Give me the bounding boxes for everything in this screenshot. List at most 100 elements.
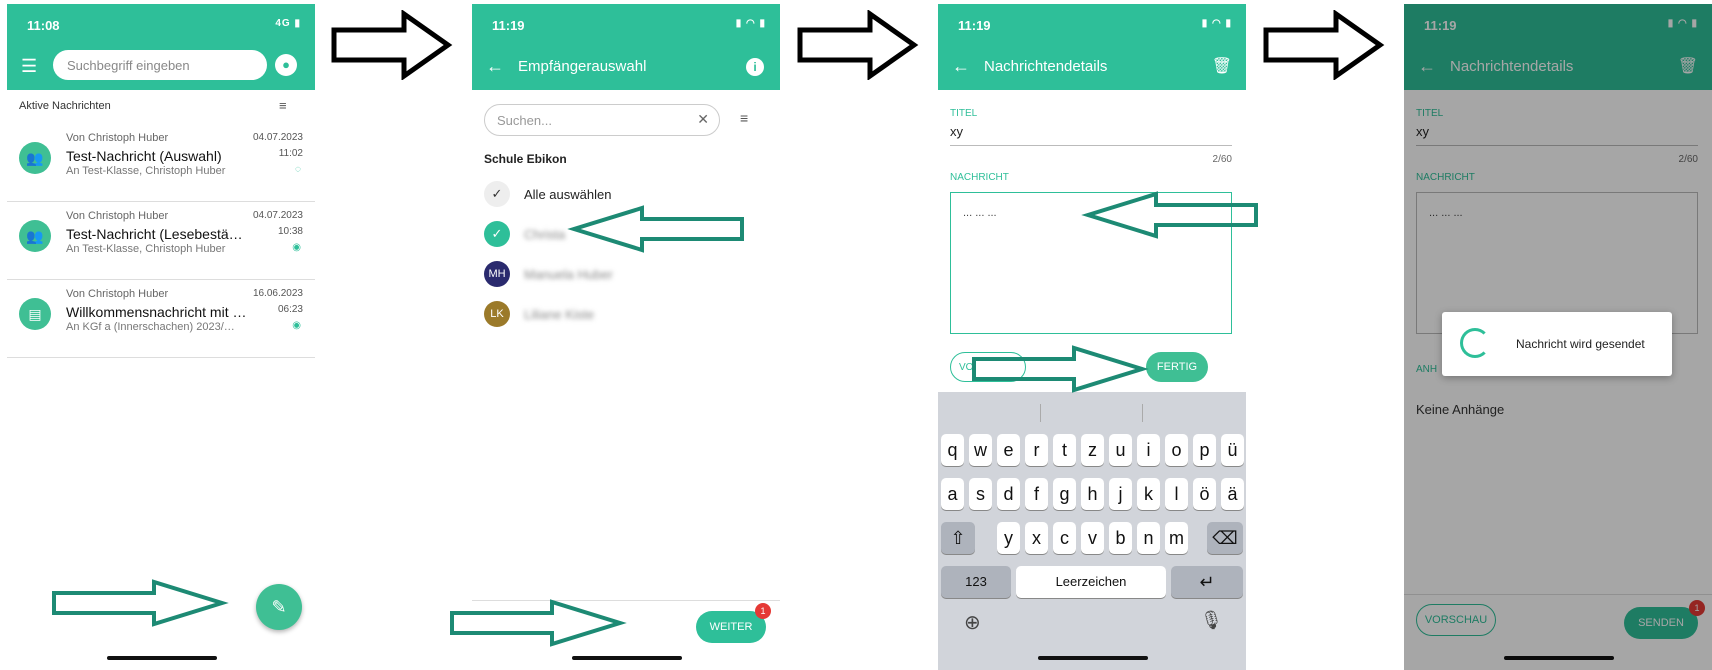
eye-icon: ◉: [292, 242, 301, 253]
char-counter: 2/60: [1212, 154, 1232, 165]
list-item[interactable]: 👥 Von Christoph Huber Test-Nachricht (Au…: [7, 124, 315, 202]
key[interactable]: j: [1109, 478, 1132, 510]
key[interactable]: d: [997, 478, 1020, 510]
backspace-key[interactable]: ⌫: [1207, 522, 1243, 554]
key[interactable]: p: [1193, 434, 1216, 466]
chat-icon: ▤: [19, 298, 51, 330]
message-from: Von Christoph Huber: [66, 288, 169, 300]
screen-recipient-selection: 11:19 ▮ ◠ ▮ ← Empfängerauswahl i Suchen.…: [472, 4, 780, 670]
message-label: NACHRICHT: [950, 172, 1009, 183]
key[interactable]: o: [1165, 434, 1188, 466]
screen-sending-message: 11:19 ▮ ◠ ▮ ← Nachrichtendetails 🗑 TITEL…: [1404, 4, 1712, 670]
recipient-name[interactable]: Liliane Kiste: [524, 307, 594, 322]
key[interactable]: ö: [1193, 478, 1216, 510]
recipient-avatar[interactable]: MH: [484, 261, 510, 287]
message-subject: Willkommensnachricht mit …: [66, 304, 247, 320]
key[interactable]: t: [1053, 434, 1076, 466]
key[interactable]: h: [1081, 478, 1104, 510]
search-placeholder: Suchbegriff eingeben: [67, 58, 190, 73]
globe-icon[interactable]: ⊕: [964, 610, 981, 635]
key[interactable]: x: [1025, 522, 1048, 554]
back-arrow-icon[interactable]: ←: [952, 56, 970, 77]
key[interactable]: y: [997, 522, 1020, 554]
message-recipients: An Test-Klasse, Christoph Huber: [66, 243, 226, 255]
select-all-label[interactable]: Alle auswählen: [524, 187, 611, 202]
checked-icon[interactable]: ✓: [484, 221, 510, 247]
key[interactable]: q: [941, 434, 964, 466]
key[interactable]: s: [969, 478, 992, 510]
annotation-arrow-icon: [1081, 191, 1258, 239]
info-icon[interactable]: i: [746, 58, 764, 76]
key[interactable]: r: [1025, 434, 1048, 466]
page-title: Nachrichtendetails: [984, 58, 1108, 75]
key[interactable]: k: [1137, 478, 1160, 510]
divider: [1142, 404, 1143, 422]
recipient-name[interactable]: Christa: [524, 227, 565, 242]
eye-icon: ◉: [292, 320, 301, 331]
search-input[interactable]: Suchen... ✕: [484, 104, 720, 136]
status-time: 11:19: [958, 18, 991, 33]
message-recipients: An Test-Klasse, Christoph Huber: [66, 165, 226, 177]
list-item[interactable]: ▤ Von Christoph Huber Willkommensnachric…: [7, 280, 315, 358]
home-indicator: [107, 656, 217, 660]
key[interactable]: ü: [1221, 434, 1244, 466]
key[interactable]: z: [1081, 434, 1104, 466]
key[interactable]: w: [969, 434, 992, 466]
done-button[interactable]: FERTIG: [1146, 352, 1208, 382]
pencil-icon: ✎: [271, 597, 287, 617]
select-all-checkbox[interactable]: ✓: [484, 181, 510, 207]
list-item[interactable]: 👥 Von Christoph Huber Test-Nachricht (Le…: [7, 202, 315, 280]
title-field[interactable]: xy: [950, 124, 1232, 146]
back-arrow-icon[interactable]: ←: [486, 56, 504, 77]
key[interactable]: e: [997, 434, 1020, 466]
key[interactable]: g: [1053, 478, 1076, 510]
recipient-avatar[interactable]: LK: [484, 301, 510, 327]
recipient-name[interactable]: Manuela Huber: [524, 267, 613, 282]
divider: [1040, 404, 1041, 422]
annotation-arrow-icon: [972, 345, 1149, 393]
message-date: 16.06.2023: [252, 288, 303, 299]
home-indicator: [1038, 656, 1148, 660]
message-from: Von Christoph Huber: [66, 210, 169, 222]
message-subject: Test-Nachricht (Lesebestä…: [66, 226, 243, 242]
annotation-arrow-icon: [52, 579, 229, 627]
signal-indicator: ▮ ◠ ▮: [735, 18, 766, 29]
microphone-icon[interactable]: 🎙: [1200, 610, 1223, 631]
progress-dialog: Nachricht wird gesendet: [1442, 312, 1672, 376]
status-time: 11:19: [492, 18, 525, 33]
flow-arrow-icon: [1263, 10, 1385, 80]
key[interactable]: a: [941, 478, 964, 510]
key[interactable]: n: [1137, 522, 1160, 554]
numbers-key[interactable]: 123: [941, 566, 1011, 598]
status-time: 11:08: [27, 18, 60, 33]
filter-icon[interactable]: ≡: [740, 110, 748, 126]
filter-icon[interactable]: ≡: [279, 98, 287, 113]
key[interactable]: b: [1109, 522, 1132, 554]
next-button[interactable]: WEITER: [696, 611, 766, 643]
key[interactable]: v: [1081, 522, 1104, 554]
menu-icon[interactable]: ☰: [21, 56, 37, 77]
space-key[interactable]: Leerzeichen: [1016, 566, 1166, 598]
return-key[interactable]: ↵: [1171, 566, 1243, 598]
network-label: 4G: [275, 18, 291, 29]
key[interactable]: l: [1165, 478, 1188, 510]
app-bar: ← Nachrichtendetails 🗑: [938, 46, 1246, 90]
key[interactable]: ä: [1221, 478, 1244, 510]
group-icon: 👥: [19, 142, 51, 174]
key[interactable]: c: [1053, 522, 1076, 554]
key[interactable]: m: [1165, 522, 1188, 554]
key[interactable]: f: [1025, 478, 1048, 510]
key[interactable]: u: [1109, 434, 1132, 466]
trash-icon[interactable]: 🗑: [1212, 56, 1232, 76]
shift-key[interactable]: ⇧: [941, 522, 975, 554]
clear-icon[interactable]: ✕: [697, 111, 709, 128]
key[interactable]: i: [1137, 434, 1160, 466]
message-subject: Test-Nachricht (Auswahl): [66, 148, 222, 164]
account-icon[interactable]: ●: [275, 54, 297, 76]
compose-button[interactable]: ✎: [256, 584, 302, 630]
search-placeholder: Suchen...: [497, 113, 552, 128]
dialog-text: Nachricht wird gesendet: [1516, 337, 1645, 351]
search-input[interactable]: Suchbegriff eingeben: [53, 50, 267, 80]
home-indicator: [572, 656, 682, 660]
message-recipients: An KGf a (Innerschachen) 2023/…: [66, 321, 235, 333]
